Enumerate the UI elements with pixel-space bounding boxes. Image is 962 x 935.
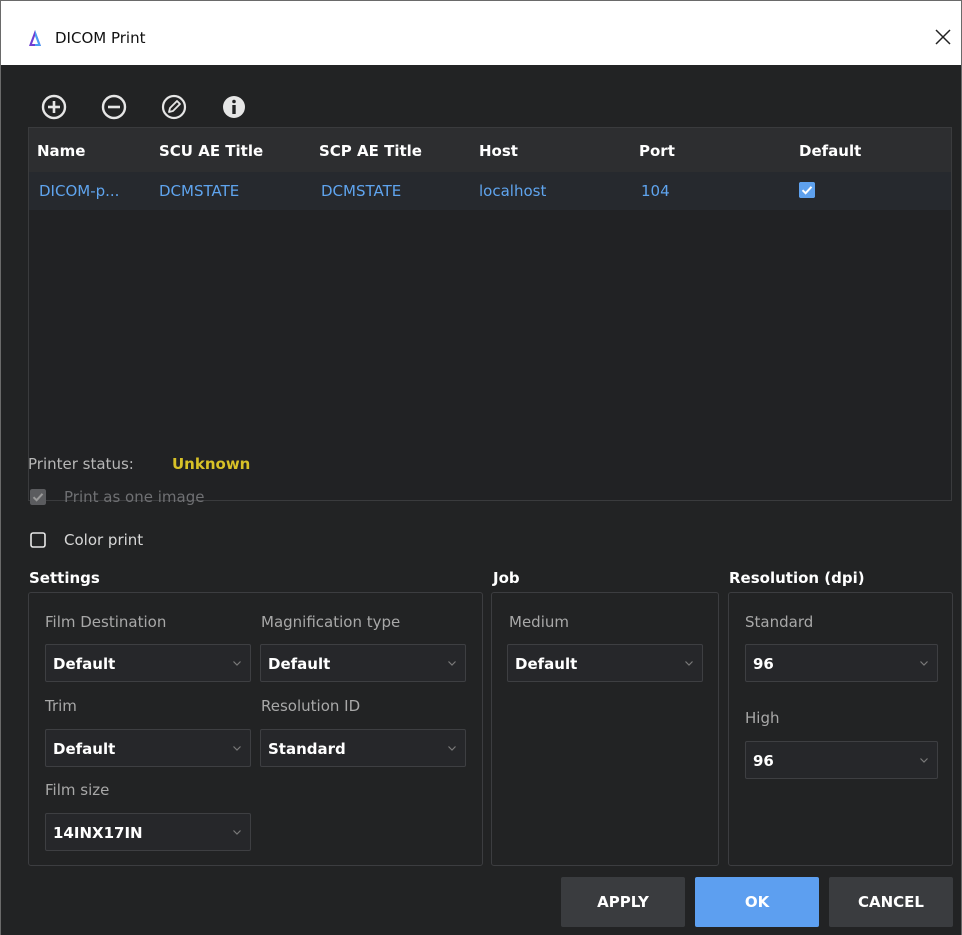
cell-name: DICOM-p... [39,182,120,200]
column-header-host[interactable]: Host [479,142,518,160]
column-header-port[interactable]: Port [639,142,675,160]
standard-resolution-select[interactable]: 96 [745,644,938,682]
medium-select[interactable]: Default [507,644,703,682]
film-size-value: 14INX17IN [53,824,143,842]
cell-port: 104 [641,182,670,200]
trim-label: Trim [45,697,77,715]
printer-status-label: Printer status: [28,455,134,473]
film-destination-select[interactable]: Default [45,644,251,682]
chevron-down-icon [685,661,693,666]
chevron-down-icon [920,758,928,763]
add-icon[interactable] [40,93,68,121]
edit-icon[interactable] [160,93,188,121]
column-header-name[interactable]: Name [37,142,85,160]
cell-scu-ae-title: DCMSTATE [159,182,240,200]
info-icon[interactable] [220,93,248,121]
high-resolution-label: High [745,709,780,727]
film-destination-label: Film Destination [45,613,167,631]
medium-label: Medium [509,613,569,631]
resolution-title: Resolution (dpi) [729,569,865,587]
color-print-label: Color print [64,531,144,549]
cell-host: localhost [479,182,547,200]
ok-button[interactable]: OK [695,877,819,927]
column-header-scp-ae-title[interactable]: SCP AE Title [319,142,422,160]
title-bar: DICOM Print [1,1,961,65]
print-as-one-image-label: Print as one image [64,488,205,506]
cell-scp-ae-title: DCMSTATE [321,182,402,200]
chevron-down-icon [448,746,456,751]
medium-value: Default [515,655,578,673]
column-header-default[interactable]: Default [799,142,861,160]
film-size-select[interactable]: 14INX17IN [45,813,251,851]
magnification-type-select[interactable]: Default [260,644,466,682]
high-resolution-value: 96 [753,752,774,770]
settings-panel: Film Destination Default Magnification t… [28,592,483,866]
table-row[interactable]: DICOM-p... DCMSTATE DCMSTATE localhost 1… [29,172,951,210]
printer-table: Name SCU AE Title SCP AE Title Host Port… [28,127,952,501]
default-checkbox[interactable] [799,182,815,198]
magnification-type-label: Magnification type [261,613,401,631]
window-title: DICOM Print [55,29,146,47]
table-header: Name SCU AE Title SCP AE Title Host Port… [29,128,951,172]
print-as-one-image-checkbox [30,489,46,505]
dicom-print-dialog: DICOM Print Name SCU AE Title SCP AE Tit… [0,0,962,935]
chevron-down-icon [233,746,241,751]
dialog-content: Name SCU AE Title SCP AE Title Host Port… [1,65,961,935]
chevron-down-icon [448,661,456,666]
chevron-down-icon [233,661,241,666]
resolution-id-value: Standard [268,740,346,758]
remove-icon[interactable] [100,93,128,121]
resolution-id-select[interactable]: Standard [260,729,466,767]
app-logo-icon [29,30,41,46]
trim-select[interactable]: Default [45,729,251,767]
job-panel: Medium Default [491,592,719,866]
high-resolution-select[interactable]: 96 [745,741,938,779]
apply-button[interactable]: APPLY [561,877,685,927]
magnification-type-value: Default [268,655,331,673]
cancel-button[interactable]: CANCEL [829,877,953,927]
film-size-label: Film size [45,781,110,799]
resolution-id-label: Resolution ID [261,697,361,715]
standard-resolution-value: 96 [753,655,774,673]
trim-value: Default [53,740,116,758]
resolution-panel: Standard 96 High 96 [728,592,953,866]
film-destination-value: Default [53,655,116,673]
chevron-down-icon [233,830,241,835]
standard-resolution-label: Standard [745,613,814,631]
column-header-scu-ae-title[interactable]: SCU AE Title [159,142,263,160]
settings-title: Settings [29,569,100,587]
close-icon[interactable] [929,23,957,51]
chevron-down-icon [920,661,928,666]
job-title: Job [493,569,520,587]
color-print-checkbox[interactable] [30,532,46,548]
printer-status-value: Unknown [172,455,251,473]
